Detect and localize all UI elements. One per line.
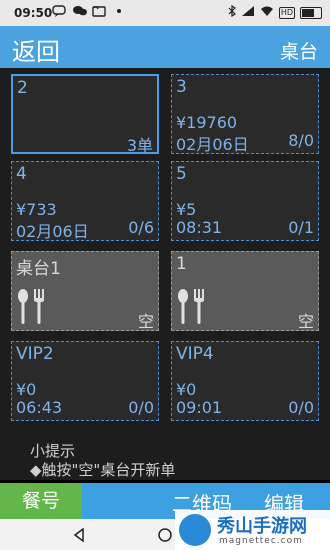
table-order-count: 3单 (126, 136, 153, 155)
battery-icon (300, 6, 322, 19)
watermark-title: 秀山手游网 (217, 516, 307, 537)
hd-icon: HD (278, 6, 295, 19)
table-status: 空 (297, 312, 314, 331)
table-amount: ¥0 (176, 380, 197, 399)
message-icon (52, 4, 66, 18)
cutlery-icon (16, 288, 48, 326)
watermark-url: magnettec.com (219, 536, 303, 546)
table-count: 0/1 (288, 218, 314, 237)
status-time: 09:50 (14, 6, 53, 20)
table-status: 空 (137, 312, 154, 331)
table-time: 08:31 (176, 218, 223, 237)
table-time: 06:43 (16, 398, 63, 417)
table-tile-vip4[interactable]: VIP4 ¥0 09:01 0/0 (171, 341, 319, 421)
table-tile-empty-2[interactable]: 1 空 (171, 251, 319, 331)
table-name: 2 (17, 78, 28, 98)
order-number-button[interactable]: 餐号 (0, 483, 82, 519)
table-amount: ¥5 (176, 200, 197, 219)
table-time: 02月06日 (16, 222, 89, 241)
table-name: 1 (176, 254, 187, 274)
wifi-icon (260, 5, 274, 20)
table-amount: ¥0 (16, 380, 37, 399)
table-count: 0/0 (128, 398, 154, 417)
status-bar: 09:50 HD (0, 0, 330, 26)
bluetooth-icon (228, 4, 236, 20)
table-name: 桌台1 (16, 259, 61, 279)
nav-home-icon[interactable] (158, 527, 172, 542)
back-button[interactable]: 返回 (12, 32, 60, 67)
tips: 小提示 ◆触按"空"桌台开新单 (30, 442, 175, 480)
wechat-icon (72, 4, 87, 18)
table-tile-2[interactable]: 2 3单 (11, 74, 159, 155)
table-time: 09:01 (176, 398, 223, 417)
table-name: 3 (176, 77, 187, 97)
table-amount: ¥19760 (176, 113, 238, 132)
tips-title: 小提示 (30, 442, 76, 460)
table-count: 0/0 (288, 398, 314, 417)
table-name: 4 (16, 164, 27, 184)
status-left-icons (52, 4, 126, 18)
table-grid: 2 3单 3 ¥19760 02月06日 8/0 4 ¥733 02月06日 0… (0, 68, 330, 480)
tips-text: ◆触按"空"桌台开新单 (30, 461, 176, 479)
table-name: VIP4 (176, 344, 214, 364)
table-name: VIP2 (16, 344, 54, 364)
table-tile-5[interactable]: 5 ¥5 08:31 0/1 (171, 161, 319, 241)
table-time: 02月06日 (176, 135, 249, 154)
table-name: 5 (176, 164, 187, 184)
nav-back-icon[interactable] (72, 527, 86, 543)
cutlery-icon (176, 288, 208, 326)
table-amount: ¥733 (16, 200, 57, 219)
folder-icon (92, 4, 106, 18)
status-right-icons: HD (228, 4, 322, 20)
watermark-logo-icon (179, 514, 211, 546)
table-tile-3[interactable]: 3 ¥19760 02月06日 8/0 (171, 74, 319, 154)
title-bar: 返回 桌台 (0, 26, 330, 68)
table-tile-vip2[interactable]: VIP2 ¥0 06:43 0/0 (11, 341, 159, 421)
dot-icon (112, 4, 126, 18)
watermark: 秀山手游网 magnettec.com (175, 510, 330, 550)
page-title: 桌台 (279, 41, 318, 63)
table-tile-empty-1[interactable]: 桌台1 空 (11, 251, 159, 331)
table-count: 8/0 (288, 131, 314, 150)
table-count: 0/6 (128, 218, 154, 237)
signal-icon (241, 5, 255, 20)
table-tile-4[interactable]: 4 ¥733 02月06日 0/6 (11, 161, 159, 241)
